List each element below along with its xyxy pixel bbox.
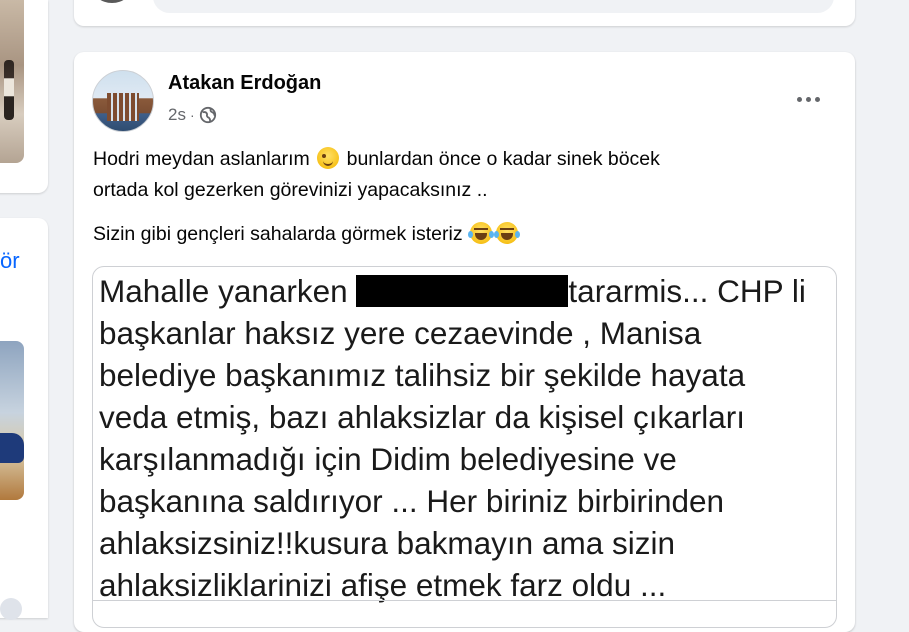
shared-line: başkanlar haksız yere cezaevinde , Manis… — [99, 315, 702, 351]
left-link-text[interactable]: ör — [0, 248, 20, 274]
divider — [93, 600, 836, 601]
left-avatar-partial[interactable] — [0, 598, 22, 620]
shared-line: ahlaksizsiniz!!kusura bakmayın ama sizin — [99, 525, 675, 561]
post-text-line-2: ortada kol gezerken görevinizi yapacaksı… — [93, 179, 488, 201]
post-more-options-button[interactable] — [790, 85, 826, 113]
post-meta: 2s · — [168, 105, 217, 125]
post-text-line-3: Sizin gibi gençleri sahalarda görmek ist… — [93, 219, 521, 250]
shared-line: veda etmiş, bazı ahlaksizlar da kişisel … — [99, 399, 745, 435]
shared-image-text: Mahalle yanarken tararmis... CHP li başk… — [99, 270, 829, 606]
shared-line: belediye başkanımız talihsiz bir şekilde… — [99, 357, 746, 393]
shared-line: karşılanmadığı için Didim belediyesine v… — [99, 441, 677, 477]
globe-icon[interactable] — [199, 106, 217, 124]
author-avatar[interactable] — [92, 70, 154, 132]
post-text-segment: bunlardan önce o kadar sinek böcek — [346, 148, 660, 170]
post-text-line-1: Hodri meydan aslanlarım bunlardan önce o… — [93, 144, 660, 175]
shared-line: başkanına saldırıyor ... Her biriniz bir… — [99, 483, 725, 519]
redaction-bar — [356, 275, 569, 307]
tears-of-joy-icon — [494, 222, 521, 244]
left-thumbnail-photo-2[interactable] — [0, 341, 24, 500]
post-text-segment: Sizin gibi gençleri sahalarda görmek ist… — [93, 223, 463, 245]
winking-face-icon — [317, 147, 340, 169]
more-horizontal-icon-dot — [805, 96, 811, 102]
author-name[interactable]: Atakan Erdoğan — [168, 72, 321, 95]
person-figure — [4, 60, 14, 120]
shared-line-1: Mahalle yanarken tararmis... CHP li — [99, 270, 829, 312]
building-image — [107, 93, 139, 121]
left-thumbnail-photo[interactable] — [0, 0, 24, 163]
hat-figure — [0, 433, 24, 463]
comment-input[interactable] — [153, 0, 834, 13]
more-horizontal-icon-dot — [814, 96, 820, 102]
shared-text-segment: tararmis... CHP li — [568, 273, 806, 309]
more-horizontal-icon-dot — [796, 96, 802, 102]
post-text-segment: Hodri meydan aslanlarım — [93, 148, 310, 170]
tears-of-joy-icon — [468, 222, 495, 244]
shared-image[interactable]: Mahalle yanarken tararmis... CHP li başk… — [92, 266, 837, 628]
post-time[interactable]: 2s — [168, 105, 186, 125]
meta-separator: · — [189, 107, 195, 123]
shared-text-segment: Mahalle yanarken — [99, 273, 348, 309]
